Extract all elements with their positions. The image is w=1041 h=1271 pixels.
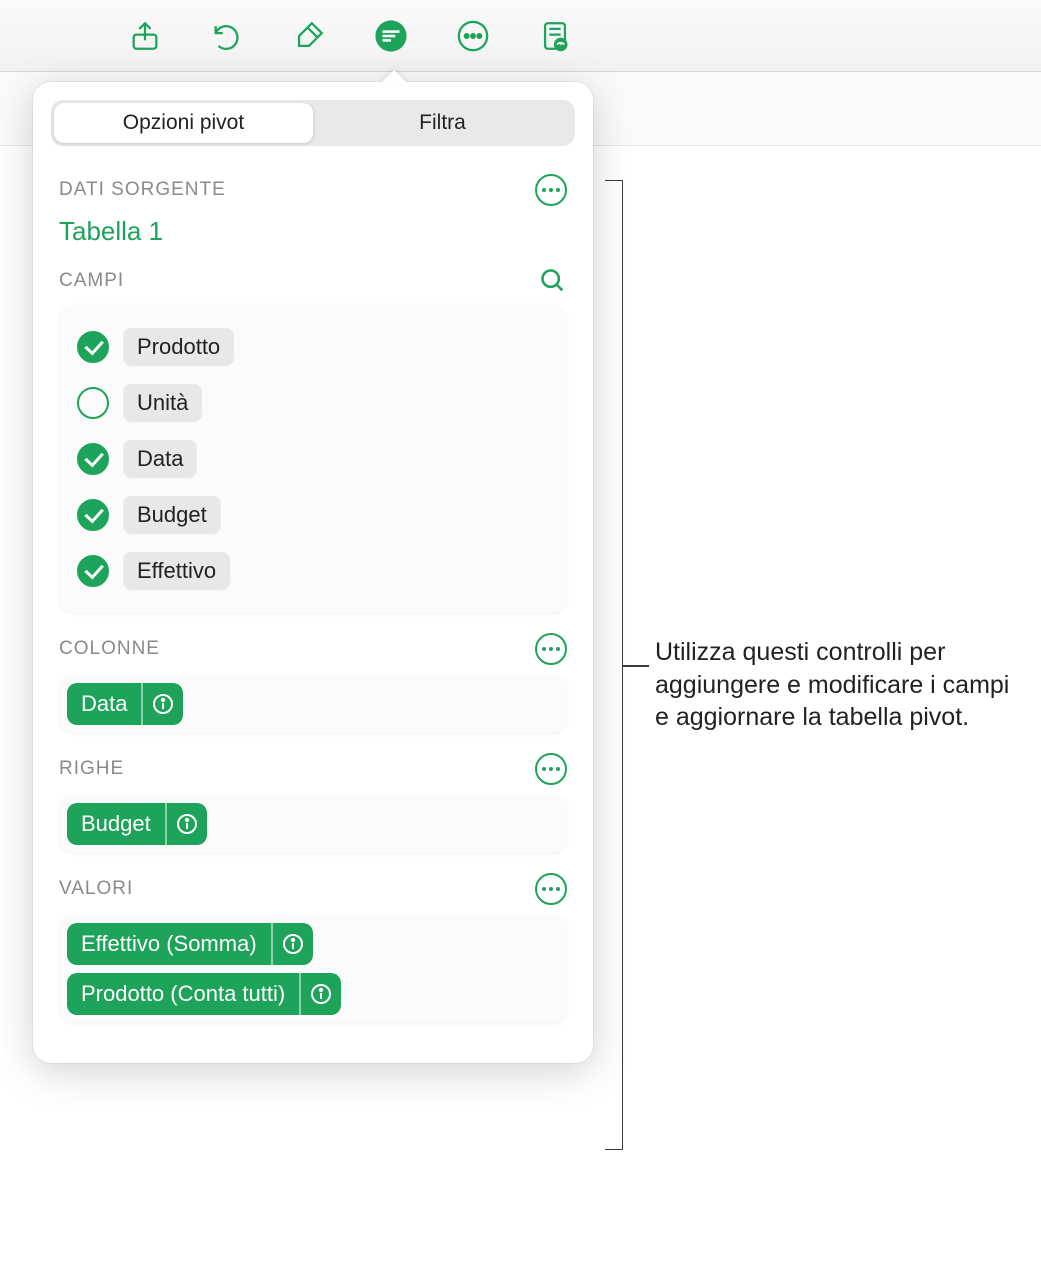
field-row[interactable]: Prodotto [73,319,553,375]
field-checkbox[interactable] [77,331,109,363]
value-chip[interactable]: Prodotto (Conta tutti) [67,973,341,1015]
toolbar [0,0,1041,72]
document-preview-icon[interactable] [524,8,586,64]
field-checkbox[interactable] [77,443,109,475]
chip-label: Prodotto (Conta tutti) [67,973,299,1015]
more-icon[interactable] [442,8,504,64]
value-chip[interactable]: Effettivo (Somma) [67,923,313,965]
source-data-section: DATI SORGENTE Tabella 1 [51,174,575,247]
undo-icon[interactable] [196,8,258,64]
rows-section: RIGHE Budget [51,753,575,853]
fields-label: CAMPI [59,270,124,292]
values-dropzone[interactable]: Effettivo (Somma) Prodotto (Conta tutti) [59,915,567,1023]
callout-connector [623,665,649,667]
popover-pointer [380,70,408,84]
values-more-button[interactable] [535,873,567,905]
source-more-button[interactable] [535,174,567,206]
chip-label: Data [67,683,141,725]
fields-section: CAMPI Prodotto Unità Data Budget Ef [51,267,575,613]
values-section: VALORI Effettivo (Somma) Prodotto (Conta… [51,873,575,1023]
field-row[interactable]: Effettivo [73,543,553,599]
fields-list: Prodotto Unità Data Budget Effettivo [59,305,567,613]
rows-label: RIGHE [59,758,124,780]
pivot-icon[interactable] [360,8,422,64]
source-data-label: DATI SORGENTE [59,179,226,201]
info-icon[interactable] [165,803,207,845]
field-pill[interactable]: Unità [123,384,202,422]
callout-bracket [605,180,623,1150]
share-icon[interactable] [114,8,176,64]
callout-text: Utilizza questi controlli per aggiungere… [655,636,1025,734]
field-pill[interactable]: Effettivo [123,552,230,590]
columns-dropzone[interactable]: Data [59,675,567,733]
values-label: VALORI [59,878,133,900]
info-icon[interactable] [271,923,313,965]
rows-dropzone[interactable]: Budget [59,795,567,853]
chip-label: Budget [67,803,165,845]
search-icon[interactable] [539,267,567,295]
tab-control: Opzioni pivot Filtra [51,100,575,146]
format-brush-icon[interactable] [278,8,340,64]
field-checkbox[interactable] [77,499,109,531]
field-checkbox[interactable] [77,555,109,587]
field-pill[interactable]: Prodotto [123,328,234,366]
field-row[interactable]: Unità [73,375,553,431]
row-chip[interactable]: Budget [67,803,207,845]
info-icon[interactable] [141,683,183,725]
field-row[interactable]: Budget [73,487,553,543]
field-row[interactable]: Data [73,431,553,487]
pivot-options-popover: Opzioni pivot Filtra DATI SORGENTE Tabel… [33,82,593,1063]
columns-more-button[interactable] [535,633,567,665]
column-chip[interactable]: Data [67,683,183,725]
field-pill[interactable]: Budget [123,496,221,534]
field-checkbox[interactable] [77,387,109,419]
rows-more-button[interactable] [535,753,567,785]
field-pill[interactable]: Data [123,440,197,478]
tab-pivot-options[interactable]: Opzioni pivot [54,103,313,143]
source-table-name[interactable]: Tabella 1 [59,216,567,247]
tab-filter[interactable]: Filtra [313,103,572,143]
columns-label: COLONNE [59,638,160,660]
info-icon[interactable] [299,973,341,1015]
chip-label: Effettivo (Somma) [67,923,271,965]
columns-section: COLONNE Data [51,633,575,733]
